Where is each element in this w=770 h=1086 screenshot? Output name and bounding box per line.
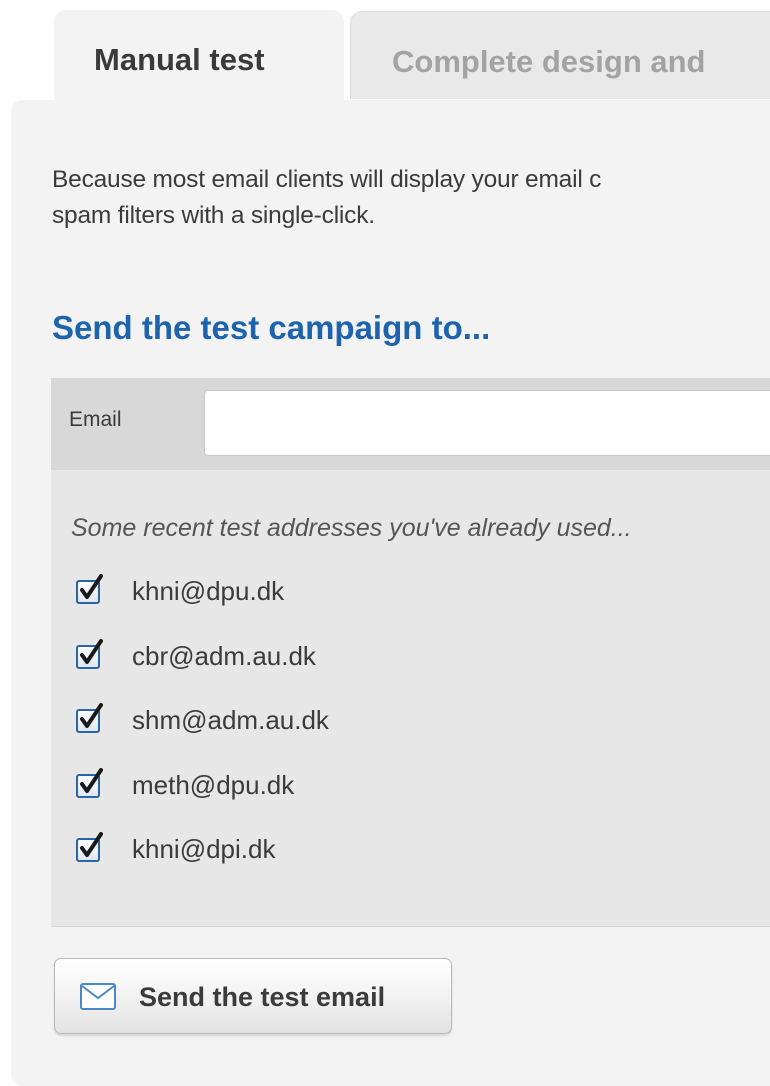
recent-address-email[interactable]: cbr@adm.au.dk [132, 639, 316, 673]
email-field-row: Email [51, 378, 770, 470]
tab-complete-design-label: Complete design and [392, 44, 706, 79]
send-test-email-label: Send the test email [139, 982, 386, 1012]
recent-address-email[interactable]: meth@dpu.dk [132, 768, 294, 802]
recent-address-item: khni@dpu.dk [76, 574, 329, 639]
recent-address-item: cbr@adm.au.dk [76, 638, 329, 704]
recent-addresses-list: khni@dpu.dk cbr@adm.au.dk shm@adm.au.dk … [76, 574, 329, 897]
intro-text: Because most email clients will display … [52, 166, 602, 229]
recent-address-item: khni@dpi.dk [76, 832, 329, 897]
recent-address-checkbox[interactable] [76, 574, 103, 604]
recent-address-item: shm@adm.au.dk [76, 703, 329, 768]
email-label: Email [69, 408, 122, 431]
section-heading: Send the test campaign to... [52, 309, 491, 346]
tab-manual-test[interactable]: Manual test [54, 10, 344, 102]
recent-address-checkbox[interactable] [76, 703, 103, 733]
recent-address-checkbox[interactable] [76, 638, 103, 669]
recent-address-email[interactable]: shm@adm.au.dk [132, 703, 329, 737]
recent-address-checkbox[interactable] [76, 767, 103, 798]
checkmark-icon [80, 638, 103, 664]
send-test-email-button[interactable]: Send the test email [54, 958, 452, 1034]
checkmark-icon [80, 832, 103, 857]
tab-manual-test-label: Manual test [94, 42, 265, 77]
checkmark-icon [80, 767, 103, 793]
test-email-page: Complete design and Manual test Because … [0, 0, 770, 1086]
checkmark-icon [80, 703, 103, 728]
recent-address-item: meth@dpu.dk [76, 767, 329, 833]
tab-complete-design[interactable]: Complete design and [350, 11, 770, 99]
recent-addresses-box: Some recent test addresses you've alread… [51, 470, 770, 927]
email-input[interactable] [204, 390, 770, 456]
recent-addresses-title: Some recent test addresses you've alread… [71, 514, 632, 542]
envelope-icon [80, 983, 116, 1010]
recent-address-checkbox[interactable] [76, 832, 103, 862]
checkmark-icon [80, 574, 103, 599]
recent-address-email[interactable]: khni@dpu.dk [132, 574, 284, 608]
recent-address-email[interactable]: khni@dpi.dk [132, 832, 275, 866]
